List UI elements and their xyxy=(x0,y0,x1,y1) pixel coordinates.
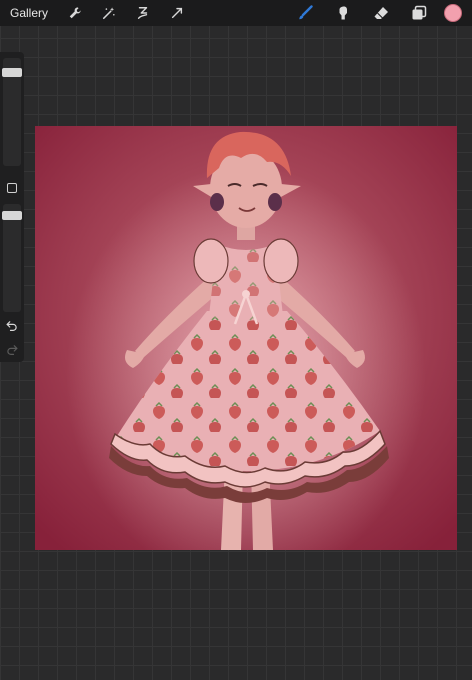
gallery-button[interactable]: Gallery xyxy=(10,6,48,20)
layers-icon[interactable] xyxy=(406,2,432,24)
color-swatch[interactable] xyxy=(444,4,462,22)
modify-button[interactable] xyxy=(7,183,17,193)
opacity-handle[interactable] xyxy=(2,211,22,220)
eraser-icon[interactable] xyxy=(368,2,394,24)
redo-button[interactable] xyxy=(4,342,20,356)
opacity-slider[interactable] xyxy=(2,204,22,312)
drawing-canvas[interactable] xyxy=(35,126,457,550)
brush-size-handle[interactable] xyxy=(2,68,22,77)
wrench-icon[interactable] xyxy=(64,2,86,24)
right-tool-group xyxy=(286,0,472,26)
left-sidebar xyxy=(0,52,24,362)
strawberry-dress-artwork xyxy=(35,126,457,550)
selection-icon[interactable] xyxy=(132,2,154,24)
smudge-icon[interactable] xyxy=(330,2,356,24)
transform-icon[interactable] xyxy=(166,2,188,24)
undo-icon xyxy=(6,320,17,331)
magic-wand-icon[interactable] xyxy=(98,2,120,24)
top-toolbar: Gallery xyxy=(0,0,472,26)
brush-icon[interactable] xyxy=(292,2,318,24)
redo-icon xyxy=(7,344,18,355)
undo-button[interactable] xyxy=(4,318,20,332)
brush-size-slider[interactable] xyxy=(2,58,22,166)
